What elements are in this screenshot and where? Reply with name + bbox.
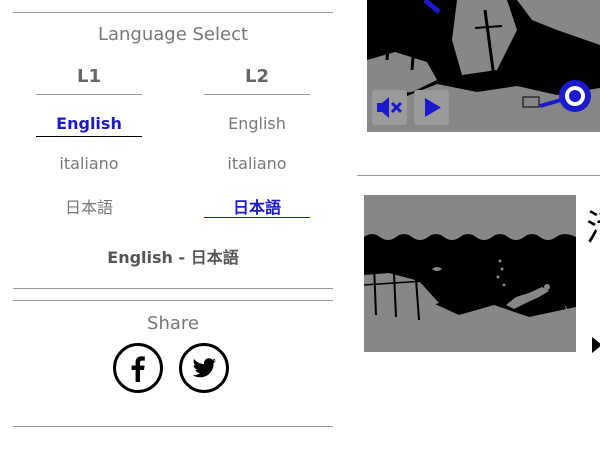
l2-heading: L2 — [245, 66, 269, 87]
facebook-icon[interactable] — [113, 343, 163, 393]
l2-option-english[interactable]: English — [204, 114, 310, 133]
l2-option-italiano[interactable]: italiano — [204, 154, 310, 173]
l1-option-english[interactable]: English — [36, 114, 142, 133]
video-thumbnail-2[interactable] — [364, 195, 576, 352]
divider-1 — [13, 288, 333, 289]
mute-button[interactable] — [372, 90, 407, 125]
play-arrow-icon[interactable] — [592, 337, 600, 353]
l1-heading-underline — [36, 94, 142, 95]
right-divider — [357, 175, 600, 176]
l1-option-japanese[interactable]: 日本語 — [36, 194, 142, 218]
language-pair-label: English - 日本語 — [107, 248, 239, 267]
l1-option-italiano[interactable]: italiano — [36, 154, 142, 173]
underwater-diver-scene — [364, 195, 576, 352]
mute-icon — [377, 97, 403, 118]
target-circle-icon[interactable] — [557, 78, 593, 114]
top-divider — [13, 12, 333, 13]
l1-selected-underline — [36, 136, 142, 137]
divider-2 — [13, 300, 333, 301]
l2-option-japanese[interactable]: 日本語 — [204, 194, 310, 218]
l2-selected-underline — [204, 217, 310, 218]
side-heading-char: 活 — [586, 199, 600, 251]
play-button[interactable] — [414, 90, 449, 125]
bottom-divider — [13, 426, 333, 427]
language-select-title: Language Select — [97, 24, 249, 45]
l2-heading-underline — [204, 94, 310, 95]
share-title: Share — [147, 313, 199, 334]
twitter-icon[interactable] — [179, 343, 229, 393]
l1-heading: L1 — [77, 66, 101, 87]
play-icon — [425, 98, 441, 117]
